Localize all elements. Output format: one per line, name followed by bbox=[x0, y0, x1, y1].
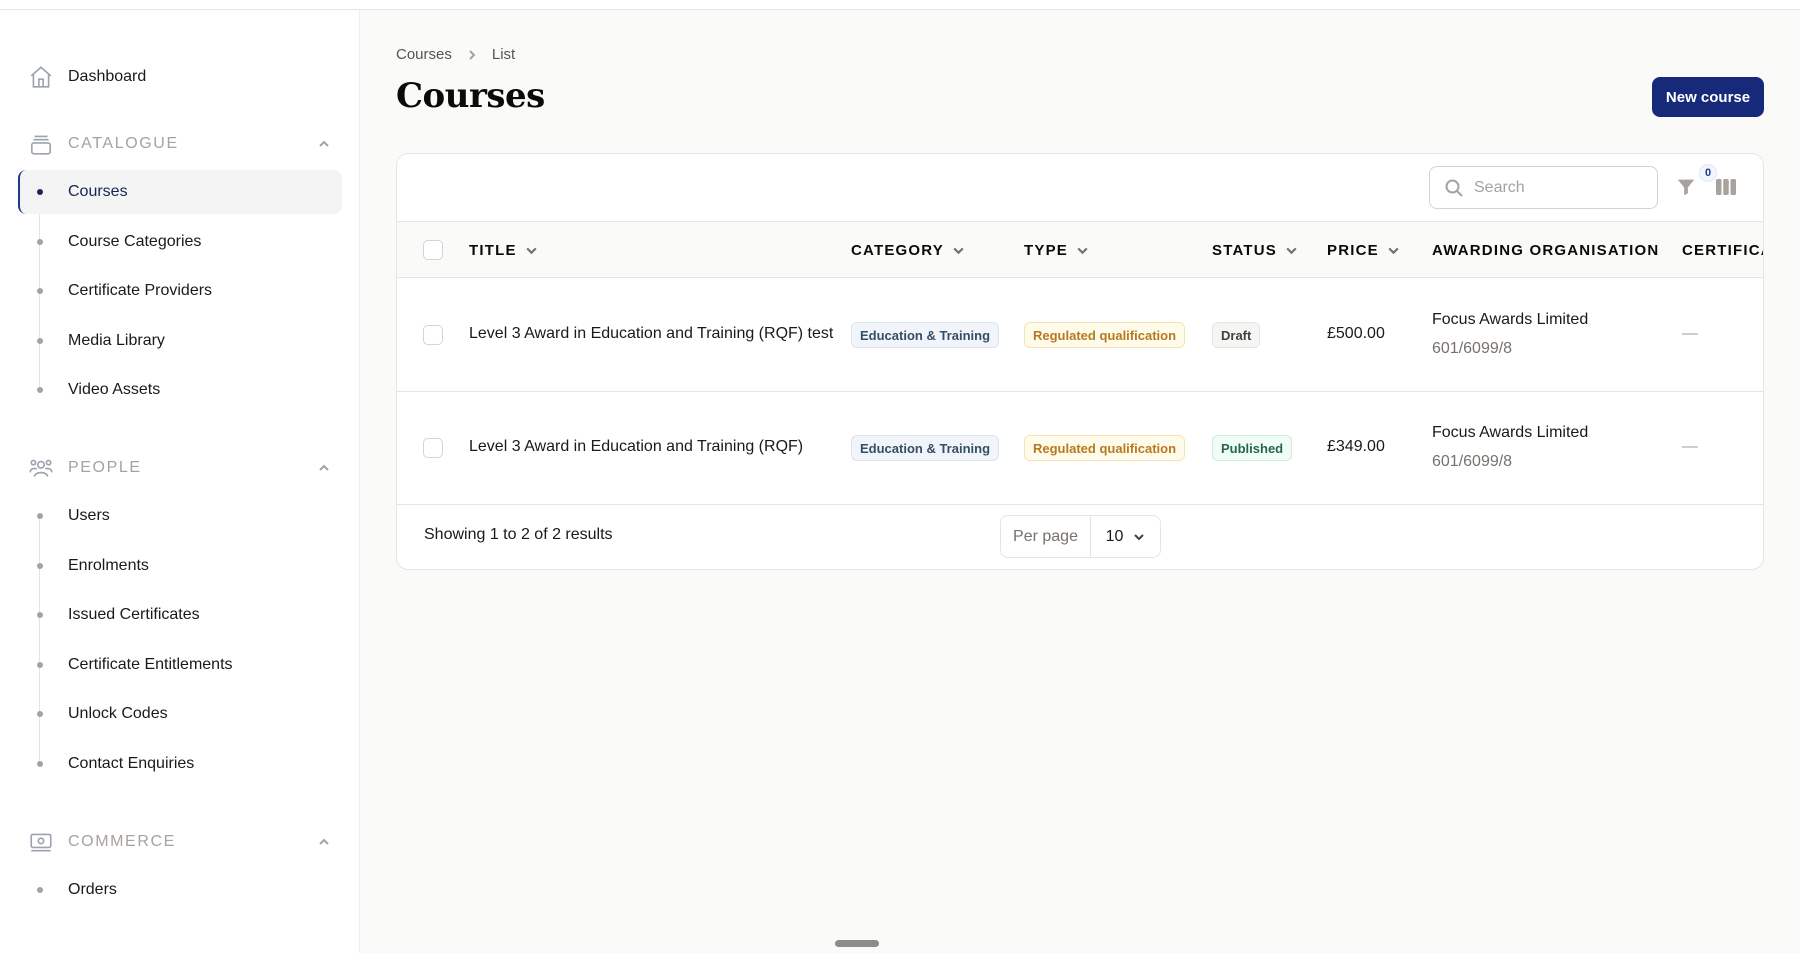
price: £500.00 bbox=[1327, 325, 1385, 342]
group-label: CATALOGUE bbox=[68, 135, 179, 152]
search-input[interactable] bbox=[1474, 178, 1644, 197]
table-row[interactable]: Level 3 Award in Education and Training … bbox=[397, 279, 1763, 392]
table-row[interactable]: Level 3 Award in Education and Training … bbox=[397, 392, 1763, 505]
column-header-certificate: CERTIFICA bbox=[1682, 241, 1764, 259]
breadcrumb-list: List bbox=[491, 46, 516, 63]
archive-icon bbox=[28, 131, 54, 157]
breadcrumb: Courses List bbox=[396, 46, 515, 63]
chevron-up-icon[interactable] bbox=[316, 460, 332, 476]
table-footer: Showing 1 to 2 of 2 results Per page 10 bbox=[397, 504, 1763, 569]
people-list: Users Enrolments Issued Certificates Cer… bbox=[18, 494, 342, 791]
table-toolbar: 0 bbox=[397, 154, 1763, 222]
sidebar-item-media-library[interactable]: Media Library bbox=[18, 319, 342, 363]
group-header-catalogue[interactable]: CATALOGUE bbox=[28, 126, 332, 162]
sidebar-item-label: Users bbox=[68, 507, 110, 524]
scroll-handle[interactable] bbox=[835, 940, 879, 947]
columns-icon[interactable] bbox=[1715, 177, 1737, 197]
sidebar-item-courses[interactable]: Courses bbox=[18, 170, 342, 214]
sidebar-item-issued-certificates[interactable]: Issued Certificates bbox=[18, 593, 342, 637]
status-badge: Draft bbox=[1212, 322, 1261, 348]
organisation-code: 601/6099/8 bbox=[1432, 340, 1513, 357]
sidebar-item-unlock-codes[interactable]: Unlock Codes bbox=[18, 692, 342, 736]
group-label: PEOPLE bbox=[68, 459, 142, 476]
column-header-status[interactable]: STATUS bbox=[1212, 222, 1298, 278]
per-page-select[interactable]: Per page 10 bbox=[1000, 515, 1161, 558]
sidebar-item-label: Courses bbox=[68, 183, 128, 200]
chevron-down-icon bbox=[1134, 533, 1145, 540]
row-checkbox[interactable] bbox=[423, 438, 443, 458]
awarding-organisation: Focus Awards Limited bbox=[1432, 311, 1589, 328]
courses-table-card: 0 TITLE CATEGORY TYPE STATUS PRICE AWARD… bbox=[396, 153, 1764, 570]
sidebar-item-label: Contact Enquiries bbox=[68, 754, 195, 772]
type-badge: Regulated qualification bbox=[1024, 322, 1186, 348]
course-title[interactable]: Level 3 Award in Education and Training … bbox=[469, 438, 803, 456]
sidebar-item-users[interactable]: Users bbox=[18, 494, 342, 538]
category-badge: Education & Training bbox=[851, 322, 1000, 348]
type-badge: Regulated qualification bbox=[1024, 435, 1186, 461]
commerce-list: Orders bbox=[18, 868, 342, 918]
sidebar-item-contact-enquiries[interactable]: Contact Enquiries bbox=[18, 742, 342, 786]
new-course-button[interactable]: New course bbox=[1652, 77, 1764, 117]
breadcrumb-courses[interactable]: Courses bbox=[396, 46, 452, 63]
chevron-down-icon bbox=[953, 247, 964, 254]
column-header-category[interactable]: CATEGORY bbox=[851, 222, 965, 278]
chevron-down-icon bbox=[1388, 247, 1399, 254]
column-header-type[interactable]: TYPE bbox=[1024, 222, 1089, 278]
chevron-down-icon bbox=[1286, 247, 1297, 254]
group-header-commerce[interactable]: COMMERCE bbox=[28, 824, 332, 860]
catalogue-list: Courses Course Categories Certificate Pr… bbox=[18, 170, 342, 418]
status-badge: Published bbox=[1212, 435, 1293, 461]
certificate-value: — bbox=[1682, 438, 1698, 455]
category-badge: Education & Training bbox=[851, 435, 1000, 461]
sidebar-item-label: Media Library bbox=[68, 331, 165, 349]
awarding-organisation: Focus Awards Limited bbox=[1432, 424, 1589, 441]
search-icon bbox=[1445, 179, 1463, 197]
sidebar-item-label: Certificate Providers bbox=[68, 282, 213, 299]
sidebar: Dashboard CATALOGUE Courses Course Categ… bbox=[0, 10, 360, 953]
select-all-checkbox[interactable] bbox=[423, 240, 443, 260]
results-summary: Showing 1 to 2 of 2 results bbox=[424, 526, 613, 543]
sidebar-item-label: Orders bbox=[68, 881, 117, 898]
organisation-code: 601/6099/8 bbox=[1432, 453, 1513, 470]
sidebar-item-label: Course Categories bbox=[68, 232, 202, 250]
column-header-title[interactable]: TITLE bbox=[469, 222, 538, 278]
sidebar-item-label: Certificate Entitlements bbox=[68, 655, 233, 673]
sidebar-item-certificate-entitlements[interactable]: Certificate Entitlements bbox=[18, 643, 342, 687]
sidebar-item-label: Video Assets bbox=[68, 381, 161, 398]
course-title[interactable]: Level 3 Award in Education and Training … bbox=[469, 325, 833, 343]
per-page-label: Per page bbox=[1001, 516, 1091, 557]
sidebar-item-dashboard[interactable]: Dashboard bbox=[28, 54, 146, 100]
banknote-icon bbox=[28, 829, 54, 855]
per-page-value[interactable]: 10 bbox=[1091, 528, 1160, 546]
sidebar-item-certificate-providers[interactable]: Certificate Providers bbox=[18, 269, 342, 313]
per-page-number: 10 bbox=[1105, 527, 1124, 545]
home-icon bbox=[28, 64, 54, 90]
sidebar-item-video-assets[interactable]: Video Assets bbox=[18, 368, 342, 412]
sidebar-item-label: Enrolments bbox=[68, 556, 149, 574]
sidebar-item-course-categories[interactable]: Course Categories bbox=[18, 220, 342, 264]
sidebar-item-enrolments[interactable]: Enrolments bbox=[18, 544, 342, 588]
chevron-down-icon bbox=[1077, 247, 1088, 254]
filter-icon[interactable] bbox=[1675, 176, 1697, 198]
chevron-up-icon[interactable] bbox=[316, 834, 332, 850]
certificate-value: — bbox=[1682, 325, 1698, 342]
chevron-down-icon bbox=[526, 247, 537, 254]
search-box[interactable] bbox=[1429, 166, 1658, 209]
page-title: Courses bbox=[396, 76, 545, 116]
price: £349.00 bbox=[1327, 438, 1385, 455]
row-checkbox[interactable] bbox=[423, 325, 443, 345]
column-header-awarding-organisation: AWARDING ORGANISATION bbox=[1432, 241, 1660, 259]
chevron-right-icon bbox=[469, 49, 476, 60]
top-bar bbox=[0, 0, 1800, 10]
users-icon bbox=[28, 455, 54, 481]
sidebar-item-orders[interactable]: Orders bbox=[18, 868, 342, 912]
table-header: TITLE CATEGORY TYPE STATUS PRICE AWARDIN… bbox=[397, 222, 1763, 278]
sidebar-item-label: Dashboard bbox=[68, 68, 147, 85]
column-header-price[interactable]: PRICE bbox=[1327, 222, 1400, 278]
sidebar-item-label: Unlock Codes bbox=[68, 705, 168, 722]
sidebar-item-label: Issued Certificates bbox=[68, 606, 200, 623]
group-label: COMMERCE bbox=[68, 833, 176, 850]
chevron-up-icon[interactable] bbox=[316, 136, 332, 152]
group-header-people[interactable]: PEOPLE bbox=[28, 450, 332, 486]
